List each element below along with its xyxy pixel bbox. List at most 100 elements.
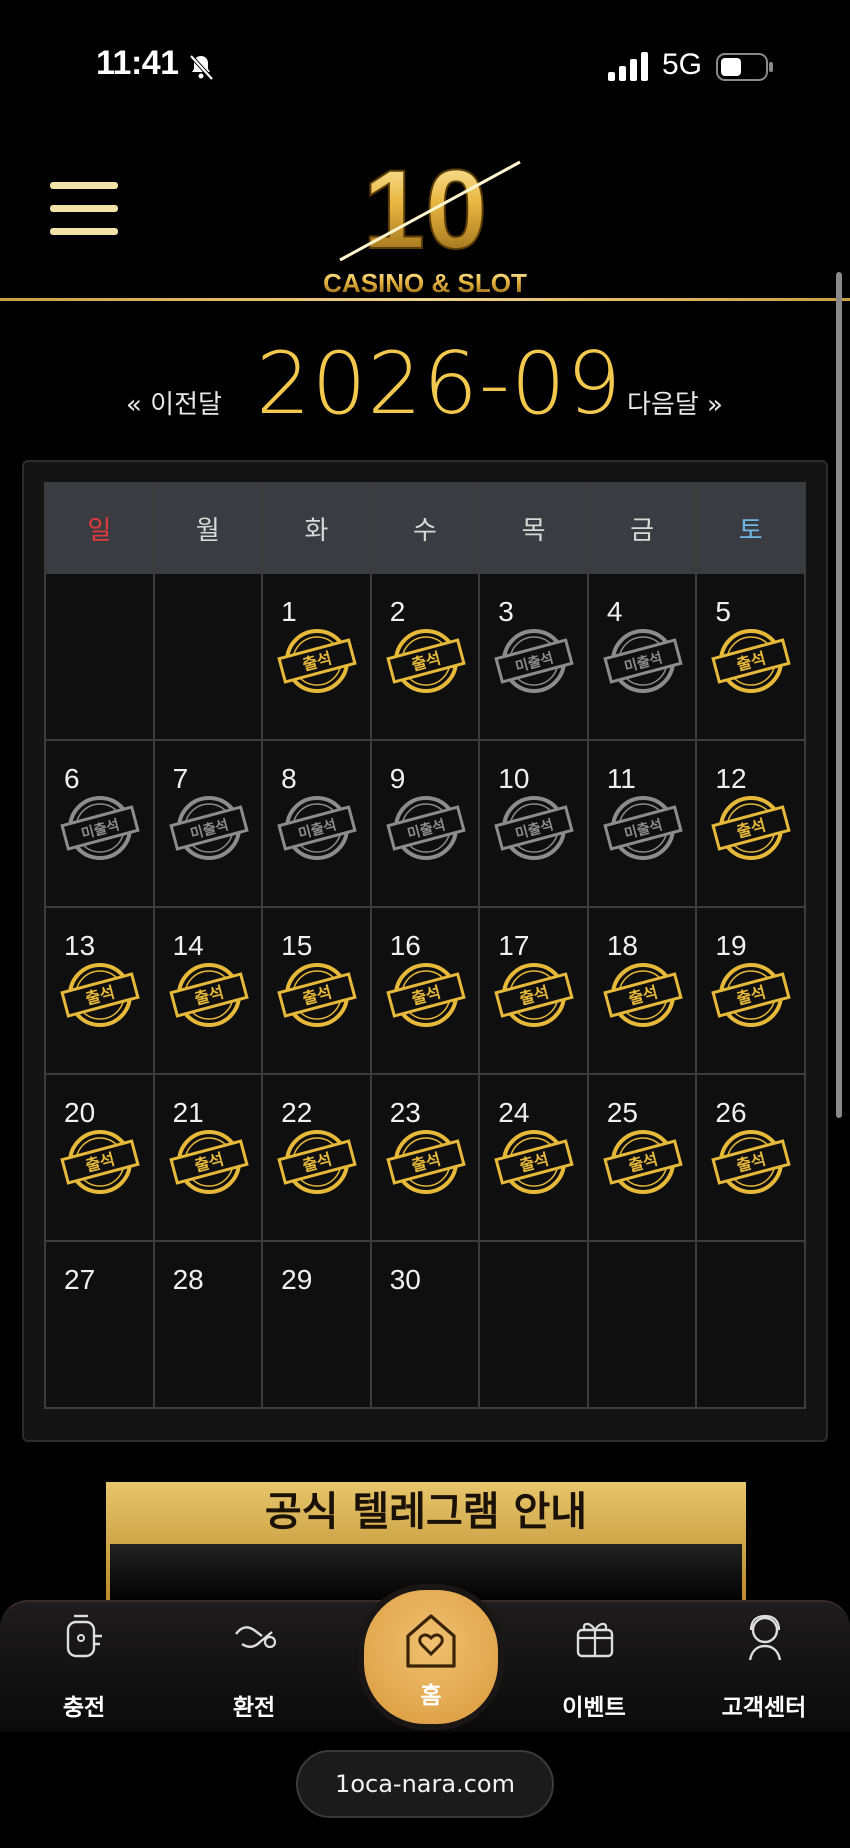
attended-stamp-icon: 출석	[168, 1130, 249, 1194]
attendance-calendar: 일 월 화 수 목 금 토 1 출석 2 출석 3 미출석 4 미출석 5 출석 6 미출석 7 미출석 8…	[44, 482, 806, 1409]
calendar-day-cell[interactable]: 7 미출석	[152, 739, 264, 908]
calendar-day-cell[interactable]: 3 미출석	[478, 572, 589, 741]
calendar-day-cell	[152, 572, 264, 741]
calendar-day-cell[interactable]: 5 출석	[695, 572, 806, 741]
calendar-day-cell[interactable]: 29	[261, 1240, 372, 1409]
absent-stamp-icon: 미출석	[277, 796, 357, 860]
calendar-day-cell	[695, 1240, 806, 1409]
calendar-day-cell[interactable]: 11 미출석	[586, 739, 698, 908]
weekday-sat: 토	[695, 482, 806, 574]
day-number: 29	[281, 1264, 313, 1295]
calendar-day-cell[interactable]: 9 미출석	[369, 739, 481, 908]
attended-stamp-icon: 출석	[385, 1130, 466, 1194]
attended-stamp-icon: 출석	[277, 963, 357, 1027]
browser-url-bar[interactable]: 1oca-nara.com	[296, 1750, 554, 1818]
calendar-day-cell[interactable]: 16 출석	[369, 906, 481, 1075]
calendar-day-cell[interactable]: 8 미출석	[261, 739, 372, 908]
weekday-mon: 월	[152, 482, 264, 574]
next-month-link[interactable]: 다음달 »	[627, 384, 723, 421]
home-heart-icon	[406, 1614, 456, 1668]
nav-home-label: 홈	[420, 1683, 442, 1709]
calendar-week-row: 1 출석 2 출석 3 미출석 4 미출석 5 출석	[44, 572, 806, 741]
calendar-day-cell[interactable]: 28	[152, 1240, 264, 1409]
calendar-day-cell[interactable]: 14 출석	[152, 906, 264, 1075]
calendar-day-cell[interactable]: 22 출석	[261, 1073, 372, 1242]
calendar-day-cell[interactable]: 18 출석	[586, 906, 698, 1075]
calendar-day-cell[interactable]: 20 출석	[44, 1073, 155, 1242]
day-number: 30	[389, 1264, 421, 1295]
menu-line	[50, 228, 118, 235]
day-number: 27	[64, 1264, 96, 1295]
attended-stamp-icon: 출석	[494, 963, 574, 1027]
attended-stamp-icon: 출석	[168, 963, 249, 1027]
calendar-day-cell[interactable]: 2 출석	[369, 572, 481, 741]
calendar-day-cell[interactable]: 4 미출석	[586, 572, 698, 741]
calendar-day-cell	[478, 1240, 589, 1409]
nav-home-button[interactable]: 홈	[358, 1584, 504, 1730]
nav-exchange[interactable]: 환전	[184, 1602, 324, 1732]
absent-stamp-icon: 미출석	[168, 796, 249, 860]
logo-subtitle: CASINO & SLOT	[323, 268, 527, 298]
bell-muted-icon	[189, 54, 214, 81]
calendar-day-cell	[44, 572, 155, 741]
nav-charge[interactable]: 충전	[14, 1602, 154, 1732]
absent-stamp-icon: 미출석	[603, 796, 683, 860]
calendar-day-cell[interactable]: 15 출석	[261, 906, 372, 1075]
menu-line	[50, 182, 118, 189]
weekday-header-row: 일 월 화 수 목 금 토	[44, 482, 806, 574]
weekday-thu: 목	[478, 482, 589, 574]
prev-month-link[interactable]: « 이전달	[126, 384, 222, 421]
header: 10 CASINO & SLOT	[0, 130, 850, 300]
calendar-day-cell[interactable]: 26 출석	[695, 1073, 806, 1242]
calendar-day-cell[interactable]: 10 미출석	[478, 739, 589, 908]
header-divider	[0, 298, 850, 301]
status-time: 11:41	[96, 44, 179, 82]
attended-stamp-icon: 출석	[711, 629, 792, 693]
calendar-day-cell[interactable]: 17 출석	[478, 906, 589, 1075]
day-number: 28	[172, 1264, 204, 1295]
status-bar: 11:41 5G	[0, 0, 850, 130]
calendar-day-cell[interactable]: 27	[44, 1240, 155, 1409]
calendar-day-cell[interactable]: 6 미출석	[44, 739, 155, 908]
attended-stamp-icon: 출석	[60, 963, 140, 1027]
calendar-day-cell[interactable]: 23 출석	[369, 1073, 481, 1242]
attended-stamp-icon: 출석	[711, 796, 792, 860]
calendar-day-cell[interactable]: 25 출석	[586, 1073, 698, 1242]
calendar-day-cell[interactable]: 13 출석	[44, 906, 155, 1075]
nav-support[interactable]: 고객센터	[694, 1602, 834, 1732]
logo-number: 10	[363, 147, 488, 272]
current-month: 2026-09	[256, 334, 623, 434]
nav-event[interactable]: 이벤트	[524, 1602, 664, 1732]
support-icon	[748, 1614, 782, 1661]
calendar-week-row: 6 미출석 7 미출석 8 미출석 9 미출석 10 미출석 11 미출석 12 출석	[44, 739, 806, 908]
absent-stamp-icon: 미출석	[494, 629, 574, 693]
battery-icon	[716, 53, 773, 81]
exchange-icon	[235, 1626, 277, 1649]
absent-stamp-icon: 미출석	[603, 629, 683, 693]
hamburger-menu-button[interactable]	[50, 182, 118, 244]
attended-stamp-icon: 출석	[603, 963, 683, 1027]
calendar-day-cell[interactable]: 30	[369, 1240, 481, 1409]
calendar-day-cell[interactable]: 24 출석	[478, 1073, 589, 1242]
calendar-day-cell[interactable]: 12 출석	[695, 739, 806, 908]
calendar-day-cell[interactable]: 19 출석	[695, 906, 806, 1075]
weekday-tue: 화	[261, 482, 372, 574]
attended-stamp-icon: 출석	[385, 629, 466, 693]
absent-stamp-icon: 미출석	[60, 796, 140, 860]
attended-stamp-icon: 출석	[494, 1130, 574, 1194]
absent-stamp-icon: 미출석	[385, 796, 466, 860]
charge-icon	[66, 1614, 102, 1658]
calendar-body: 1 출석 2 출석 3 미출석 4 미출석 5 출석 6 미출석 7 미출석 8 미출석 9 미출석 10 미출석 11…	[44, 572, 806, 1409]
absent-stamp-icon: 미출석	[494, 796, 574, 860]
menu-line	[50, 205, 118, 212]
calendar-day-cell[interactable]: 1 출석	[261, 572, 372, 741]
calendar-day-cell[interactable]: 21 출석	[152, 1073, 264, 1242]
attended-stamp-icon: 출석	[385, 963, 466, 1027]
signal-icon	[608, 52, 648, 81]
weekday-sun: 일	[44, 482, 155, 574]
casino-slot-logo: 10 CASINO & SLOT	[323, 146, 527, 298]
attended-stamp-icon: 출석	[277, 629, 357, 693]
attended-stamp-icon: 출석	[603, 1130, 683, 1194]
month-navigation: « 이전달 2026-09 다음달 »	[0, 332, 850, 434]
attended-stamp-icon: 출석	[711, 963, 792, 1027]
